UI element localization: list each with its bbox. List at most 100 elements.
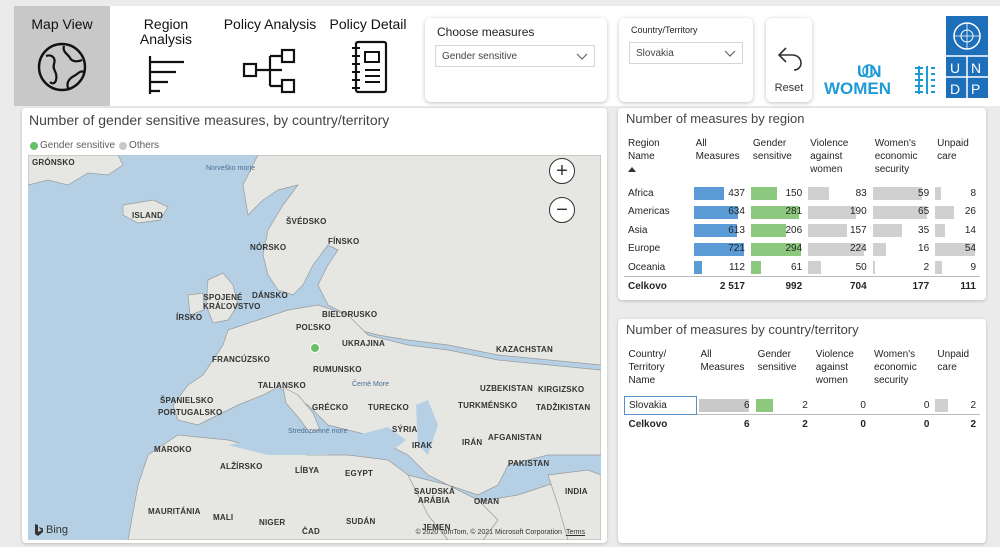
header-gender-sensitive[interactable]: Gender sensitive [749, 137, 806, 184]
total-unpaid: 2 [933, 414, 980, 435]
header-womens-economic-security[interactable]: Women's economic security [870, 348, 933, 396]
measures-slicer-title: Choose measures [437, 25, 535, 39]
cell-bar-gender [750, 187, 777, 200]
region-table-title: Number of measures by region [626, 111, 805, 126]
cell-economic: 16 [871, 240, 933, 259]
header-gender-sensitive[interactable]: Gender sensitive [754, 348, 812, 396]
cell-bar-unpaid [935, 261, 943, 274]
cell-violence: 190 [806, 203, 871, 222]
cell-unpaid: 8 [933, 184, 980, 203]
nav-region-analysis-label: Region Analysis [139, 16, 193, 47]
cell-bar-unpaid [935, 399, 949, 412]
table-row[interactable]: Asia 613 206 157 35 14 [624, 221, 980, 240]
row-name[interactable]: Oceania [624, 258, 692, 277]
table-row[interactable]: Americas 634 281 190 65 26 [624, 203, 980, 222]
country-slicer-title: Country/Territory [631, 25, 698, 35]
legend-item-gender-sensitive: Gender sensitive [30, 140, 115, 151]
svg-text:D: D [950, 81, 960, 97]
zoom-in-button[interactable]: + [549, 158, 575, 184]
cell-bar-economic [872, 242, 886, 256]
bing-icon [35, 524, 43, 536]
bing-logo: Bing [34, 524, 68, 536]
total-violence: 0 [811, 414, 870, 435]
cell-bar-gender [750, 224, 786, 237]
nav-map-view-button[interactable]: Map View [14, 6, 110, 106]
svg-text:P: P [971, 81, 980, 97]
header-country-name[interactable]: Country/ Territory Name [625, 348, 697, 396]
row-name[interactable]: Europe [624, 240, 692, 259]
row-name[interactable]: Asia [624, 221, 692, 240]
cell-economic: 2 [871, 258, 933, 277]
svg-text:N: N [971, 60, 981, 76]
country-table-panel: Number of measures by country/territory … [618, 319, 986, 543]
cell-bar-economic [872, 224, 902, 237]
cell-gender: 2 [754, 396, 812, 415]
map-panel: Number of gender sensitive measures, by … [22, 108, 607, 543]
cell-all: 613 [692, 221, 749, 240]
header-violence-against-women[interactable]: Violence against women [806, 137, 871, 184]
nav-policy-detail-button[interactable]: Policy Detail [324, 6, 412, 106]
cell-economic: 65 [871, 203, 933, 222]
table-row[interactable]: Africa 437 150 83 59 8 [624, 184, 980, 203]
cell-unpaid: 14 [933, 221, 980, 240]
cell-bar-economic [872, 261, 875, 274]
nav-policy-analysis-button[interactable]: Policy Analysis [220, 6, 320, 106]
hierarchy-icon [242, 48, 296, 94]
undo-arrow-icon [777, 47, 802, 71]
map-legend: Gender sensitive Others [30, 140, 159, 151]
terms-link[interactable]: Terms [566, 529, 585, 536]
cell-unpaid: 26 [933, 203, 980, 222]
cell-bar-all [698, 399, 749, 412]
bar-chart-icon [148, 56, 184, 94]
cell-bar-gender [750, 261, 761, 274]
header-all-measures[interactable]: All Measures [692, 137, 749, 184]
measures-dropdown-value: Gender sensitive [442, 50, 518, 62]
reset-button[interactable]: Reset [766, 18, 812, 102]
map-canvas[interactable]: GRÓNSKO ISLAND ŠVÉDSKO FÍNSKO NÓRSKO DÁN… [28, 155, 601, 540]
nav-policy-analysis-label: Policy Analysis [223, 16, 317, 32]
row-name[interactable]: Slovakia [624, 395, 697, 415]
table-row[interactable]: Europe 721 294 224 16 54 [624, 240, 980, 259]
cell-all: 634 [692, 203, 749, 222]
cell-economic: 0 [923, 399, 930, 411]
nav-region-analysis-button[interactable]: Region Analysis [124, 6, 208, 106]
total-unpaid: 111 [933, 276, 980, 297]
header-unpaid-care[interactable]: Unpaid care [933, 137, 980, 184]
map-title: Number of gender sensitive measures, by … [29, 112, 390, 128]
table-row[interactable]: Slovakia 6 2 0 0 2 [624, 395, 981, 415]
region-table: Region Name All Measures Gender sensitiv… [624, 137, 980, 297]
table-row[interactable]: Oceania 112 61 50 2 9 [624, 258, 980, 277]
header-unpaid-care[interactable]: Unpaid care [933, 348, 980, 396]
cell-violence: 83 [806, 184, 871, 203]
cell-gender: 150 [749, 184, 806, 203]
cell-unpaid: 9 [933, 258, 980, 277]
measures-dropdown[interactable]: Gender sensitive [435, 45, 595, 67]
cell-economic: 59 [871, 184, 933, 203]
cell-all: 721 [692, 240, 749, 259]
cell-gender: 281 [749, 203, 806, 222]
nav-policy-detail-label: Policy Detail [329, 16, 407, 32]
total-row: Celkovo 2 517 992 704 177 111 [624, 276, 980, 297]
total-row: Celkovo 6 2 0 0 2 [624, 414, 980, 435]
country-dropdown[interactable]: Slovakia [629, 42, 743, 64]
country-slicer: Country/Territory Slovakia [619, 18, 753, 102]
header-region-name[interactable]: Region Name [624, 137, 692, 184]
notebook-icon [352, 40, 388, 94]
legend-item-others: Others [119, 140, 159, 151]
globe-icon [37, 42, 87, 92]
cell-bar-unpaid [935, 205, 955, 219]
zoom-out-button[interactable]: − [549, 197, 575, 223]
total-name: Celkovo [624, 276, 692, 297]
chevron-down-icon [576, 53, 588, 60]
total-economic: 0 [869, 414, 934, 435]
cell-violence: 157 [806, 221, 871, 240]
header-womens-economic-security[interactable]: Women's economic security [871, 137, 933, 184]
slovakia-marker[interactable] [310, 343, 320, 353]
header-all-measures[interactable]: All Measures [696, 348, 753, 396]
cell-bar-violence [808, 224, 848, 237]
cell-gender: 206 [749, 221, 806, 240]
total-all: 2 517 [691, 276, 749, 297]
header-violence-against-women[interactable]: Violence against women [812, 348, 870, 396]
row-name[interactable]: Africa [624, 184, 692, 203]
row-name[interactable]: Americas [624, 203, 692, 222]
